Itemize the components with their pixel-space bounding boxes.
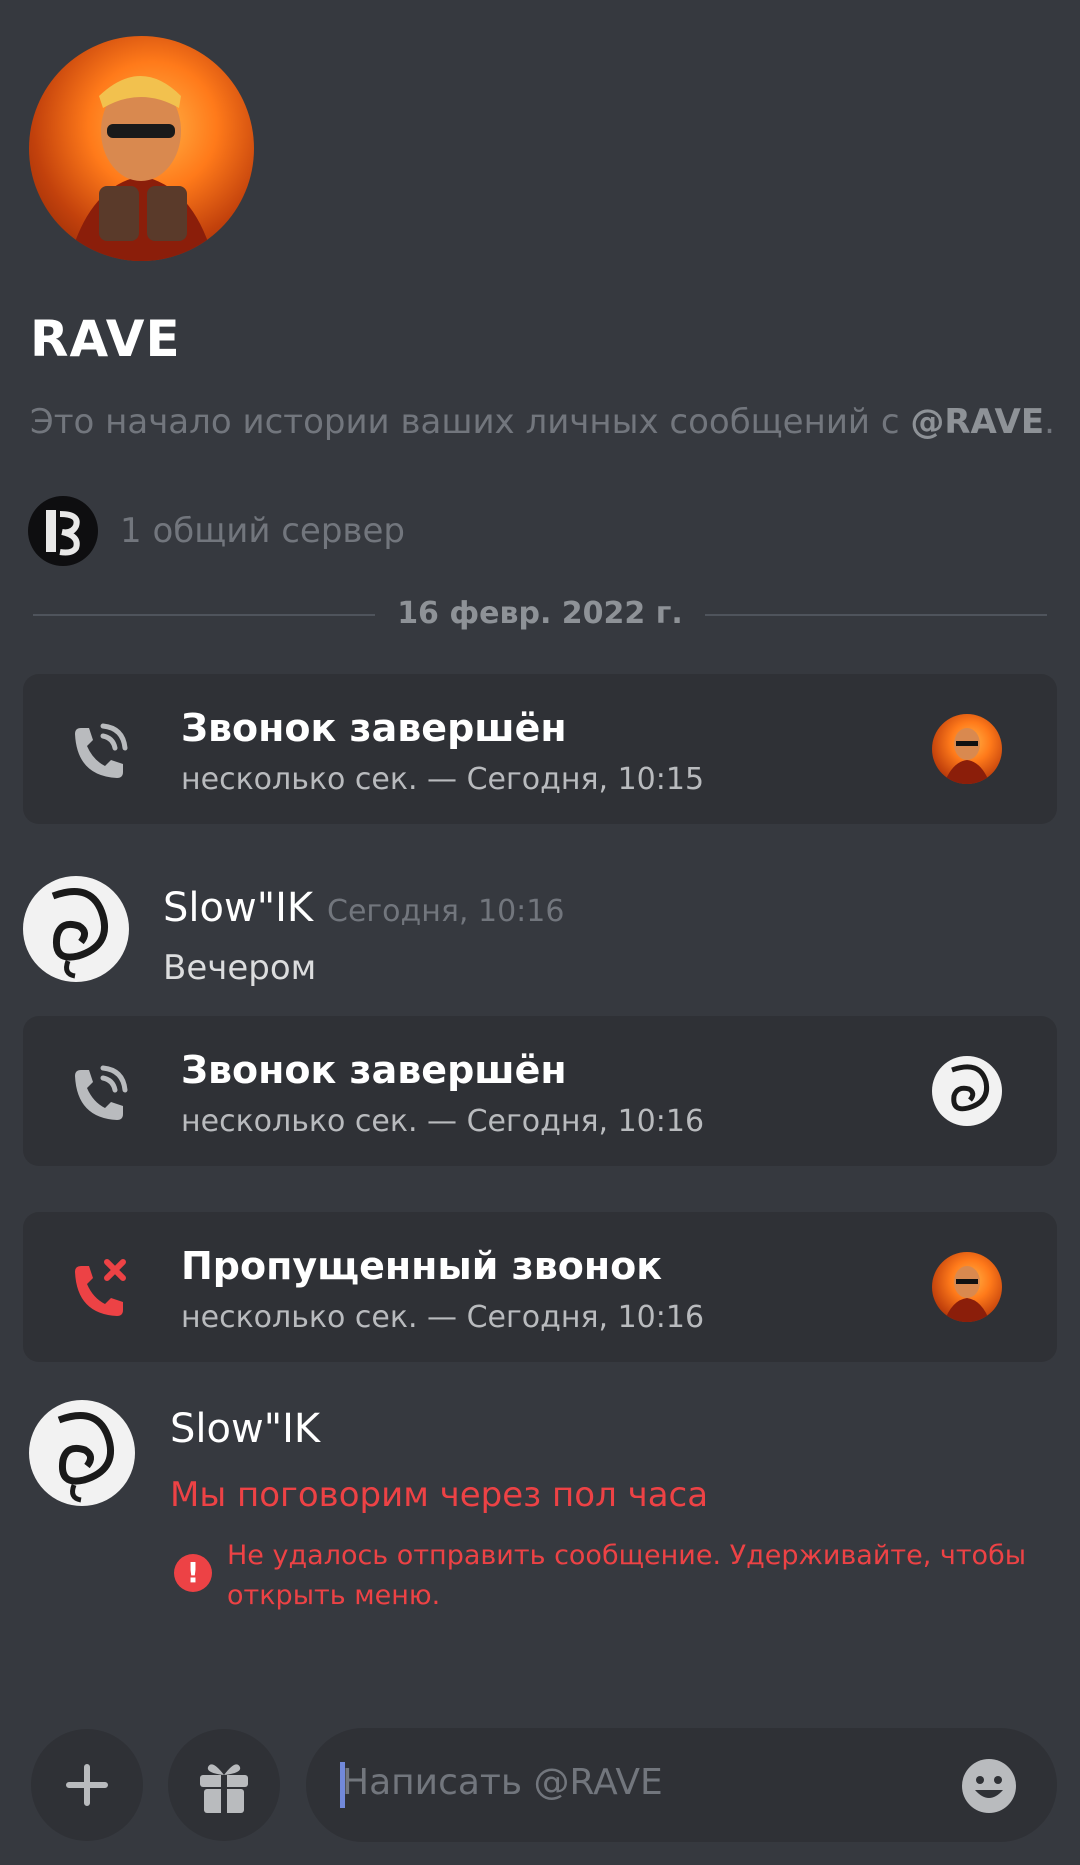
call-card-missed[interactable]: Пропущенный звонок несколько сек. — Сего…: [23, 1212, 1057, 1362]
message-author[interactable]: Slow"IK: [163, 885, 313, 931]
send-error-text: Не удалось отправить сообщение. Удержива…: [227, 1540, 1027, 1611]
exclamation-icon: !: [174, 1554, 212, 1592]
add-attachment-button[interactable]: [31, 1729, 143, 1841]
profile-avatar[interactable]: [29, 36, 254, 261]
author-avatar[interactable]: [29, 1400, 135, 1506]
mutual-servers-link[interactable]: 1 общий сервер: [120, 511, 405, 551]
call-subtitle: несколько сек. — Сегодня, 10:16: [181, 1300, 705, 1335]
call-card-ended[interactable]: Звонок завершён несколько сек. — Сегодня…: [23, 1016, 1057, 1166]
dm-intro-text: Это начало истории ваших личных сообщени…: [30, 402, 1055, 442]
phone-ended-icon: [75, 723, 128, 778]
phone-missed-icon: [75, 1259, 126, 1316]
call-title: Звонок завершён: [181, 706, 567, 750]
author-avatar[interactable]: [23, 876, 129, 982]
gift-icon: [200, 1764, 248, 1813]
intro-end: .: [1044, 402, 1055, 442]
mutual-server-icon[interactable]: [28, 496, 98, 566]
call-card-ended[interactable]: Звонок завершён несколько сек. — Сегодня…: [23, 674, 1057, 824]
emoji-icon[interactable]: [961, 1758, 1017, 1814]
message-input[interactable]: Написать @RAVE: [342, 1762, 663, 1803]
message-composer[interactable]: Написать @RAVE: [306, 1728, 1057, 1842]
call-participant-avatar: [932, 1252, 1002, 1322]
plus-icon: [66, 1764, 108, 1806]
gift-button[interactable]: [168, 1729, 280, 1841]
profile-name: RAVE: [30, 310, 181, 368]
failed-message-text[interactable]: Мы поговорим через пол часа: [170, 1475, 708, 1515]
intro-mention[interactable]: @RAVE: [910, 402, 1044, 442]
message-timestamp: Сегодня, 10:16: [327, 894, 565, 929]
date-divider-label: 16 февр. 2022 г.: [375, 596, 705, 631]
message-author[interactable]: Slow"IK: [170, 1406, 320, 1452]
message-text[interactable]: Вечером: [163, 948, 316, 988]
call-participant-avatar: [932, 1056, 1002, 1126]
call-title: Пропущенный звонок: [181, 1244, 663, 1288]
call-subtitle: несколько сек. — Сегодня, 10:16: [181, 1104, 705, 1139]
intro-text: Это начало истории ваших личных сообщени…: [30, 402, 911, 442]
call-subtitle: несколько сек. — Сегодня, 10:15: [181, 762, 705, 797]
call-participant-avatar: [932, 714, 1002, 784]
phone-ended-icon: [75, 1065, 128, 1120]
date-divider: 16 февр. 2022 г.: [0, 596, 1080, 631]
call-title: Звонок завершён: [181, 1048, 567, 1092]
